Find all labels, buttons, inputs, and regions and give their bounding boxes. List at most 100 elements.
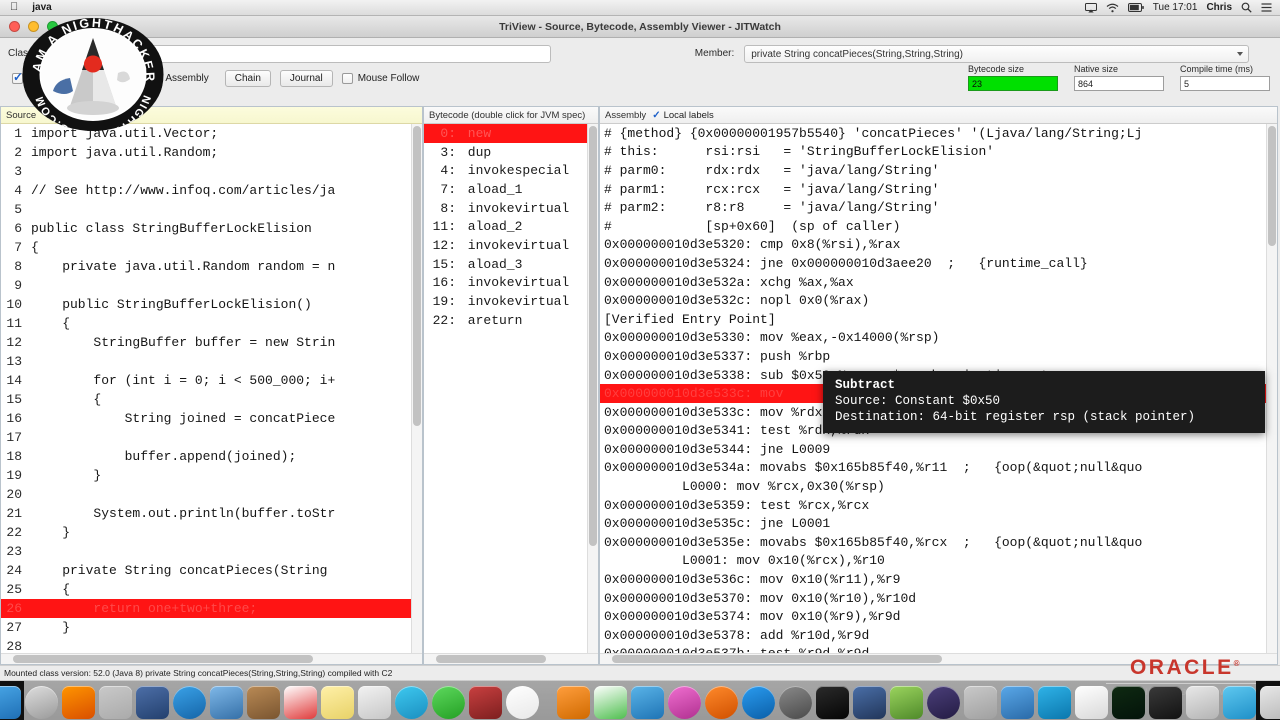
terminal-icon[interactable]	[815, 686, 849, 719]
source-line[interactable]: 20	[1, 485, 422, 504]
battery-icon[interactable]	[1127, 3, 1144, 12]
bytecode-vscroll-thumb[interactable]	[589, 126, 597, 546]
launchpad-icon[interactable]	[24, 686, 58, 719]
system-preferences-icon[interactable]	[778, 686, 812, 719]
search-icon[interactable]	[1241, 2, 1252, 13]
member-dropdown[interactable]: private String concatPieces(String,Strin…	[744, 44, 1250, 63]
source-line[interactable]: 17	[1, 428, 422, 447]
assembly-line[interactable]: 0x000000010d3e5320: cmp 0x8(%rsi),%rax	[600, 236, 1277, 255]
trash-icon[interactable]	[1259, 686, 1280, 719]
mail-icon[interactable]	[209, 686, 243, 719]
apple-icon[interactable]: 	[10, 2, 18, 13]
pages-icon[interactable]	[556, 686, 590, 719]
source-vscroll-thumb[interactable]	[413, 126, 421, 426]
assembly-line[interactable]: 0x000000010d3e5374: mov 0x10(%r9),%r9d	[600, 607, 1277, 626]
assembly-line[interactable]: 0x000000010d3e535c: jne L0001	[600, 514, 1277, 533]
source-line[interactable]: 15 {	[1, 390, 422, 409]
bytecode-hscrollbar[interactable]	[424, 653, 598, 664]
source-line[interactable]: 14 for (int i = 0; i < 500_000; i+	[1, 371, 422, 390]
calendar-icon[interactable]	[283, 686, 317, 719]
screen-icon[interactable]	[1148, 686, 1182, 719]
source-line[interactable]: 23	[1, 542, 422, 561]
assembly-line[interactable]: [Verified Entry Point]	[600, 310, 1277, 329]
jdk-icon[interactable]	[926, 686, 960, 719]
airplay-icon[interactable]	[1084, 2, 1097, 13]
bytecode-line[interactable]: 16: invokevirtual	[424, 274, 598, 293]
source-line[interactable]: 9	[1, 276, 422, 295]
thunderbird-icon[interactable]	[135, 686, 169, 719]
numbers-icon[interactable]	[593, 686, 627, 719]
app-store-icon[interactable]	[741, 686, 775, 719]
source-line[interactable]: 16 String joined = concatPiece	[1, 409, 422, 428]
bytecode-line[interactable]: 0: new	[424, 124, 598, 143]
safari-icon[interactable]	[172, 686, 206, 719]
source-line[interactable]: 21 System.out.println(buffer.toStr	[1, 504, 422, 523]
source-line[interactable]: 4 // See http://www.infoq.com/articles/ja	[1, 181, 422, 200]
assembly-line[interactable]: 0x000000010d3e5378: add %r10d,%r9d	[600, 626, 1277, 645]
assembly-hscrollbar[interactable]	[600, 653, 1277, 664]
source-line[interactable]: 7{	[1, 238, 422, 257]
ibooks-icon[interactable]	[704, 686, 738, 719]
assembly-line[interactable]: L0000: mov %rcx,0x30(%rsp)	[600, 477, 1277, 496]
source-line[interactable]: 26 return one+two+three;	[1, 599, 422, 618]
source-line[interactable]: 5	[1, 200, 422, 219]
itunes-icon[interactable]	[667, 686, 701, 719]
assembly-line[interactable]: 0x000000010d3e5337: push %rbp	[600, 347, 1277, 366]
source-line[interactable]: 19 }	[1, 466, 422, 485]
quicktime-icon[interactable]	[1185, 686, 1219, 719]
photo-booth-icon[interactable]	[468, 686, 502, 719]
source-line[interactable]: 10 public StringBufferLockElision()	[1, 295, 422, 314]
assembly-hscroll-thumb[interactable]	[612, 655, 942, 663]
source-line[interactable]: 25 {	[1, 580, 422, 599]
source-line[interactable]: 8 private java.util.Random random = n	[1, 257, 422, 276]
textedit-icon[interactable]	[1000, 686, 1034, 719]
contacts-icon[interactable]	[246, 686, 280, 719]
source-line[interactable]: 13	[1, 352, 422, 371]
messages-icon[interactable]	[394, 686, 428, 719]
bytecode-line[interactable]: 12: invokevirtual	[424, 236, 598, 255]
source-code-area[interactable]: 1 import java.util.Vector; 2 import java.ut…	[1, 124, 422, 664]
notes-icon[interactable]	[320, 686, 354, 719]
source-line[interactable]: 11 {	[1, 314, 422, 333]
menubar-username[interactable]: Chris	[1206, 2, 1232, 13]
menu-app-name[interactable]: java	[32, 2, 51, 13]
photos-icon[interactable]	[505, 686, 539, 719]
wifi-icon[interactable]	[1106, 3, 1119, 13]
assembly-line[interactable]: 0x000000010d3e532c: nopl 0x0(%rax)	[600, 291, 1277, 310]
bytecode-line[interactable]: 22: areturn	[424, 311, 598, 330]
bytecode-vscrollbar[interactable]	[587, 124, 598, 664]
unknown-app-icon[interactable]	[98, 686, 132, 719]
source-line[interactable]: 22 }	[1, 523, 422, 542]
assembly-line[interactable]: 0x000000010d3e5370: mov 0x10(%r10),%r10d	[600, 589, 1277, 608]
bytecode-line[interactable]: 7: aload_1	[424, 180, 598, 199]
assembly-line[interactable]: # [sp+0x60] (sp of caller)	[600, 217, 1277, 236]
assembly-line[interactable]: 0x000000010d3e532a: xchg %ax,%ax	[600, 273, 1277, 292]
assembly-line[interactable]: # parm2: r8:r8 = 'java/lang/String'	[600, 198, 1277, 217]
source-hscroll-thumb[interactable]	[13, 655, 313, 663]
finder-icon[interactable]	[0, 686, 21, 719]
bytecode-line[interactable]: 11: aload_2	[424, 217, 598, 236]
source-line[interactable]: 18 buffer.append(joined);	[1, 447, 422, 466]
xcode-icon[interactable]	[889, 686, 923, 719]
assembly-line[interactable]: 0x000000010d3e5359: test %rcx,%rcx	[600, 496, 1277, 515]
menubar-clock[interactable]: Tue 17:01	[1153, 2, 1198, 13]
reminders-icon[interactable]	[357, 686, 391, 719]
close-button[interactable]	[9, 21, 20, 32]
source-line[interactable]: 2 import java.util.Random;	[1, 143, 422, 162]
skype-icon[interactable]	[1037, 686, 1071, 719]
assembly-line[interactable]: 0x000000010d3e5344: jne L0009	[600, 440, 1277, 459]
papers-icon[interactable]	[1074, 686, 1108, 719]
source-line[interactable]: 1 import java.util.Vector;	[1, 124, 422, 143]
assembly-line[interactable]: # this: rsi:rsi = 'StringBufferLockElisi…	[600, 143, 1277, 162]
assembly-line[interactable]: L0001: mov 0x10(%rcx),%r10	[600, 552, 1277, 571]
source-line[interactable]: 24 private String concatPieces(String	[1, 561, 422, 580]
checkbox-mouse-follow[interactable]: Mouse Follow	[341, 73, 419, 84]
journal-button[interactable]: Journal	[279, 70, 333, 87]
source-vscrollbar[interactable]	[411, 124, 422, 664]
checkbox-local-labels[interactable]: ✓ Local labels	[652, 110, 714, 121]
bytecode-line[interactable]: 3: dup	[424, 143, 598, 162]
firefox-icon[interactable]	[61, 686, 95, 719]
bytecode-line[interactable]: 8: invokevirtual	[424, 199, 598, 218]
bytecode-area[interactable]: 0: new 3: dup 4: invokespecial 7: aload_1 8:…	[424, 124, 598, 664]
minimize-button[interactable]	[28, 21, 39, 32]
